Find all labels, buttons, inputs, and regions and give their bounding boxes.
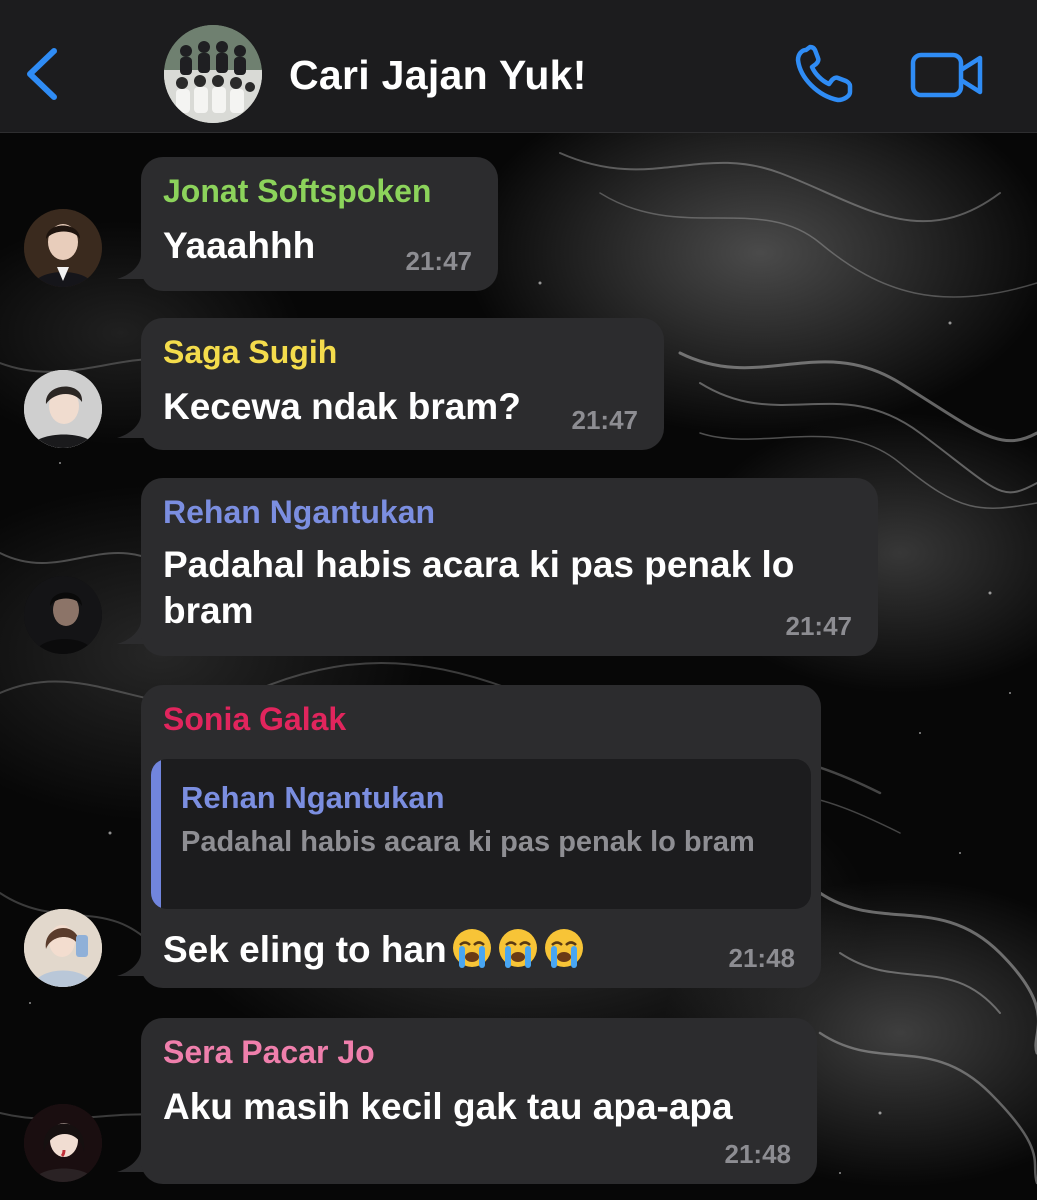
message-timestamp: 21:48 [724, 1139, 792, 1169]
message-bubble[interactable]: Jonat Softspoken Yaaahhh 21:47 [141, 157, 498, 291]
message-timestamp: 21:47 [785, 611, 853, 641]
message-item: Jonat Softspoken Yaaahhh 21:47 [0, 157, 1037, 291]
message-item: Rehan Ngantukan Padahal habis acara ki p… [0, 478, 1037, 656]
phone-icon [795, 44, 853, 103]
quoted-reply[interactable]: Rehan Ngantukan Padahal habis acara ki p… [151, 759, 811, 909]
message-item: Saga Sugih Kecewa ndak bram? 21:47 [0, 318, 1037, 450]
message-timestamp: 21:48 [728, 943, 796, 973]
message-bubble[interactable]: Sera Pacar Jo Aku masih kecil gak tau ap… [141, 1018, 817, 1184]
chevron-left-icon [27, 48, 57, 100]
avatar[interactable] [24, 576, 102, 654]
video-call-button[interactable] [910, 50, 986, 100]
group-avatar[interactable] [164, 25, 262, 123]
video-camera-icon [910, 52, 983, 98]
sender-name: Rehan Ngantukan [163, 494, 436, 530]
sender-name: Sonia Galak [163, 701, 347, 737]
message-item: Sonia Galak Rehan Ngantukan Padahal habi… [0, 685, 1037, 988]
message-item: Sera Pacar Jo Aku masih kecil gak tau ap… [0, 1018, 1037, 1184]
loudly-crying-face-icon [452, 929, 491, 968]
sender-name: Jonat Softspoken [163, 173, 432, 209]
loudly-crying-face-icon [498, 929, 537, 968]
message-text-line-1: Padahal habis acara ki pas penak lo [163, 544, 795, 585]
back-button[interactable] [18, 42, 68, 106]
chat-title[interactable]: Cari Jajan Yuk! [289, 52, 587, 99]
message-timestamp: 21:47 [405, 246, 473, 276]
loudly-crying-face-icon [544, 929, 583, 968]
sender-name: Saga Sugih [163, 334, 338, 370]
sender-name: Sera Pacar Jo [163, 1034, 375, 1070]
message-bubble[interactable]: Rehan Ngantukan Padahal habis acara ki p… [141, 478, 878, 656]
quoted-message-text: Padahal habis acara ki pas penak lo bram [181, 826, 755, 858]
avatar[interactable] [24, 909, 102, 987]
avatar[interactable] [24, 370, 102, 448]
message-text: Aku masih kecil gak tau apa-apa [163, 1086, 733, 1127]
message-text: Sek eling to han [163, 929, 447, 970]
message-text: Kecewa ndak bram? [163, 386, 521, 427]
message-text-line-2: bram [163, 590, 254, 631]
voice-call-button[interactable] [792, 44, 858, 106]
message-timestamp: 21:47 [571, 405, 639, 435]
quote-accent-bar [151, 759, 161, 909]
chat-header: Cari Jajan Yuk! [0, 0, 1037, 133]
message-bubble[interactable]: Saga Sugih Kecewa ndak bram? 21:47 [141, 318, 664, 450]
message-bubble[interactable]: Sonia Galak Rehan Ngantukan Padahal habi… [141, 685, 821, 988]
message-text-row: Sek eling to han [163, 927, 811, 973]
avatar[interactable] [24, 1104, 102, 1182]
quoted-sender-name: Rehan Ngantukan [181, 780, 445, 815]
avatar[interactable] [24, 209, 102, 287]
